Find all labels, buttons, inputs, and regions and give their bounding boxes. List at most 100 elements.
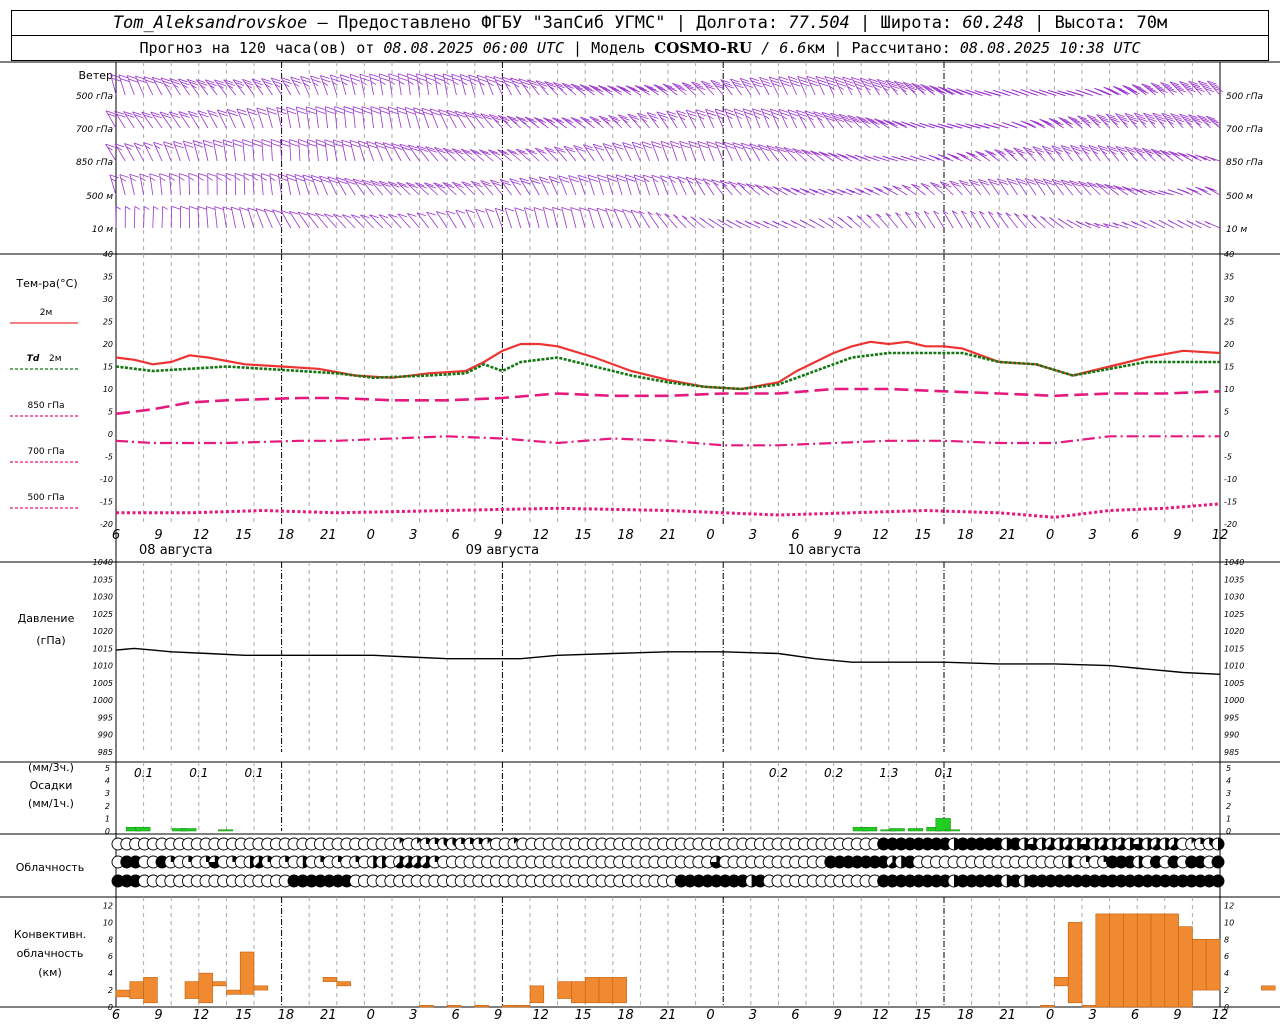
temp-series-t2m	[115, 340, 1221, 391]
wind-barb-feather	[189, 206, 199, 210]
temp-hour-label: 0	[706, 528, 714, 543]
wind-barb-feather	[848, 155, 858, 159]
wind-barb	[349, 140, 356, 162]
wind-barb	[186, 79, 200, 96]
convective-bar	[129, 981, 144, 999]
wind-barb	[679, 141, 687, 162]
wind-barb-feather	[434, 77, 445, 82]
wind-barb	[587, 207, 595, 229]
wind-barb	[261, 78, 273, 96]
conv-hour-label: 15	[235, 1008, 252, 1023]
wind-barb	[159, 111, 172, 129]
wind-barb	[236, 108, 246, 129]
wind-barb-feather	[406, 110, 416, 115]
prec-ytick-left: 4	[105, 777, 110, 786]
wind-barb-feather	[1084, 92, 1094, 97]
wind-barb	[359, 74, 365, 96]
wind-barb-feather	[514, 207, 524, 212]
pres-ytick-left: 1030	[93, 593, 113, 602]
wind-barb-feather	[287, 110, 297, 115]
wind-barb-feather	[524, 207, 534, 211]
convective-bar	[1067, 922, 1083, 1004]
wind-barb-feather	[305, 106, 316, 111]
wind-barb	[239, 207, 246, 229]
wind-barb-feather	[380, 110, 390, 114]
conv-hour-label: 15	[575, 1008, 592, 1023]
wind-barb-feather	[174, 144, 184, 149]
wind-level-label-left: 500 м	[86, 192, 113, 202]
prec-ytick-left: 2	[105, 802, 110, 811]
wind-barb	[404, 107, 411, 129]
wind-barb	[276, 107, 282, 129]
legend-label-850: 850 гПа	[27, 401, 64, 411]
wind-barb-feather	[533, 207, 544, 211]
wind-barb-feather	[316, 143, 326, 147]
conv-ytick-right: 2	[1224, 986, 1229, 995]
pres-ytick-right: 1030	[1224, 593, 1244, 602]
wind-barb	[688, 141, 696, 162]
pres-ytick-left: 1035	[93, 575, 113, 584]
wind-barb-feather	[278, 173, 288, 178]
wind-barb	[247, 207, 255, 229]
wind-barb	[1042, 178, 1055, 196]
wind-barb-feather	[270, 177, 276, 181]
wind-barb	[425, 73, 430, 96]
wind-barb	[149, 173, 154, 196]
wind-barb	[1088, 145, 1101, 162]
wind-barb-feather	[271, 142, 281, 147]
conv-hour-label: 15	[914, 1008, 931, 1023]
convective-bar	[1040, 1005, 1055, 1008]
temp-ytick-right: -10	[1224, 475, 1237, 484]
convective-bar	[584, 977, 600, 1004]
wind-barb	[868, 78, 880, 96]
wind-barb	[660, 175, 669, 196]
wind-barb-feather	[461, 77, 471, 82]
temp-ytick-right: 0	[1224, 430, 1229, 439]
wind-barb	[310, 175, 319, 196]
wind-barb	[715, 141, 724, 162]
wind-barb	[596, 207, 604, 229]
wind-barb-feather	[269, 173, 279, 178]
wind-barb-feather	[242, 139, 252, 143]
convective-bar	[143, 977, 158, 1004]
wind-barb-feather	[961, 124, 971, 129]
conv-hour-label: 6	[112, 1008, 120, 1023]
wind-barb	[706, 141, 715, 162]
wind-barb-feather	[188, 173, 198, 177]
wind-barb-feather	[934, 124, 944, 129]
temp-ytick-right: 10	[1224, 385, 1234, 394]
wind-barb	[263, 208, 273, 229]
wind-barb-feather	[688, 140, 698, 145]
wind-barb-feather	[396, 106, 406, 111]
wind-barb	[1084, 221, 1101, 229]
wind-barb	[468, 74, 476, 96]
wind-barb	[344, 178, 356, 196]
wind-barb-feather	[198, 176, 204, 181]
convective-bar	[253, 985, 269, 991]
wind-barb-feather	[379, 106, 389, 111]
wind-barb	[606, 174, 614, 196]
wind-barb-feather	[1065, 92, 1075, 97]
day-label: 10 августа	[788, 543, 862, 558]
wind-barb	[261, 139, 264, 162]
wind-barb-feather	[416, 73, 426, 78]
convective-bar	[336, 981, 351, 987]
wind-barb-feather	[261, 142, 272, 147]
wind-barb-feather	[943, 125, 953, 129]
wind-barb	[475, 209, 485, 229]
pressure-unit-label: (гПа)	[36, 634, 65, 647]
wind-barb-feather	[214, 206, 224, 211]
wind-barb-feather	[478, 78, 488, 83]
wind-barb-feather	[261, 177, 267, 181]
wind-barb-feather	[216, 176, 223, 181]
conv-hour-label: 9	[494, 1008, 502, 1023]
wind-barb-feather	[397, 110, 407, 115]
wind-barb-feather	[388, 106, 398, 111]
prec-ytick-right: 2	[1226, 802, 1231, 811]
wind-barb	[570, 207, 577, 229]
pres-ytick-right: 1020	[1224, 627, 1244, 636]
wind-barb	[669, 141, 678, 162]
wind-barb-feather	[344, 110, 354, 114]
wind-barb	[366, 141, 374, 162]
wind-barb-feather	[247, 207, 257, 212]
